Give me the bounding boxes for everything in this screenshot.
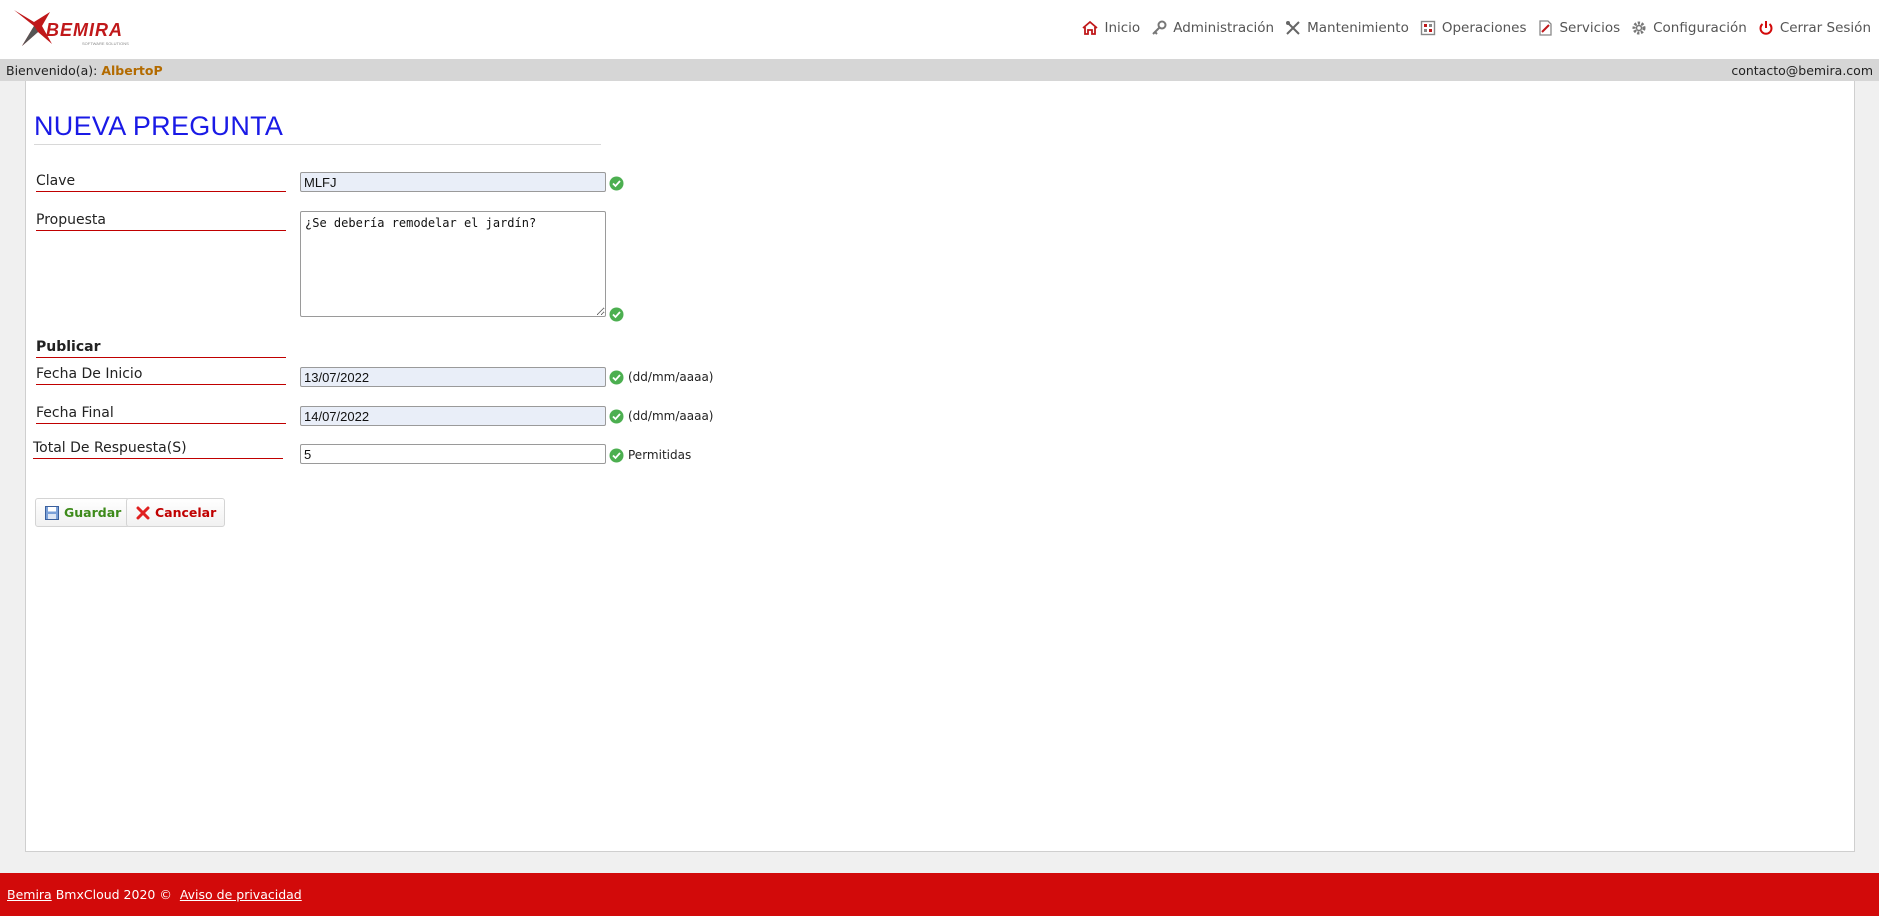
document-edit-icon — [1539, 20, 1553, 36]
main-nav: Inicio Administración Mantenimiento Oper… — [1081, 17, 1871, 39]
fecha-inicio-label: Fecha De Inicio — [36, 366, 286, 385]
check-ok-icon — [609, 370, 624, 385]
nav-servicios[interactable]: Servicios — [1536, 19, 1620, 37]
total-respuestas-input[interactable] — [300, 444, 606, 464]
nav-mantenimiento-label: Mantenimiento — [1307, 20, 1409, 36]
nav-mantenimiento[interactable]: Mantenimiento — [1284, 19, 1409, 37]
clave-input[interactable] — [300, 172, 606, 192]
footer: Bemira BmxCloud 2020 © Aviso de privacid… — [0, 873, 1879, 916]
nav-inicio[interactable]: Inicio — [1081, 19, 1140, 37]
nav-cerrar-sesion-label: Cerrar Sesión — [1779, 20, 1871, 36]
close-x-icon — [136, 506, 150, 519]
nav-administracion[interactable]: Administración — [1150, 19, 1274, 37]
tools-icon — [1286, 21, 1300, 35]
footer-brand-link[interactable]: Bemira — [7, 887, 52, 902]
bemira-logo[interactable]: BEMIRA SOFTWARE SOLUTIONS — [12, 8, 142, 50]
page-title: NUEVA PREGUNTA — [34, 111, 601, 145]
total-respuestas-label: Total De Respuesta(S) — [33, 440, 283, 459]
nav-configuracion[interactable]: Configuración — [1630, 19, 1747, 37]
check-ok-icon — [609, 307, 624, 322]
floppy-disk-icon — [45, 505, 59, 520]
clave-label: Clave — [36, 173, 286, 192]
nav-inicio-label: Inicio — [1104, 20, 1141, 36]
fecha-final-input[interactable] — [300, 406, 606, 426]
cancel-button[interactable]: Cancelar — [126, 498, 226, 527]
save-button-label: Guardar — [64, 505, 122, 520]
propuesta-textarea[interactable]: ¿Se debería remodelar el jardín? — [300, 211, 606, 317]
privacy-notice-link[interactable]: Aviso de privacidad — [180, 887, 302, 902]
welcome-greeting: Bienvenido(a): AlbertoP — [6, 63, 163, 78]
footer-copyright: BmxCloud 2020 © — [55, 887, 172, 902]
nav-operaciones-label: Operaciones — [1441, 20, 1527, 36]
check-ok-icon — [609, 448, 624, 463]
power-icon — [1759, 21, 1773, 35]
contact-email: contacto@bemira.com — [1731, 62, 1873, 78]
fecha-inicio-input[interactable] — [300, 367, 606, 387]
content-panel: NUEVA PREGUNTA Clave Propuesta ¿Se deber… — [25, 81, 1855, 852]
welcome-username: AlbertoP — [101, 62, 163, 78]
save-button[interactable]: Guardar — [35, 498, 131, 527]
fecha-final-label: Fecha Final — [36, 405, 286, 424]
svg-text:SOFTWARE SOLUTIONS: SOFTWARE SOLUTIONS — [82, 41, 129, 46]
svg-text:BEMIRA: BEMIRA — [46, 20, 123, 40]
check-ok-icon — [609, 409, 624, 424]
fecha-final-format-hint: (dd/mm/aaaa) — [628, 409, 714, 423]
check-ok-icon — [609, 176, 624, 191]
propuesta-label: Propuesta — [36, 212, 286, 231]
fecha-inicio-format-hint: (dd/mm/aaaa) — [628, 370, 714, 384]
nav-administracion-label: Administración — [1173, 20, 1275, 36]
nav-servicios-label: Servicios — [1559, 20, 1621, 36]
home-icon — [1082, 20, 1099, 35]
publicar-section-label: Publicar — [36, 339, 286, 358]
nav-operaciones[interactable]: Operaciones — [1419, 19, 1527, 37]
gear-icon — [1632, 21, 1646, 35]
calculator-icon — [1420, 20, 1436, 36]
welcome-prefix: Bienvenido(a): — [6, 62, 98, 78]
total-respuestas-hint: Permitidas — [628, 448, 692, 462]
welcome-bar: Bienvenido(a): AlbertoP contacto@bemira.… — [0, 59, 1879, 81]
nav-cerrar-sesion[interactable]: Cerrar Sesión — [1757, 19, 1871, 37]
cancel-button-label: Cancelar — [155, 505, 217, 520]
key-icon — [1152, 20, 1167, 35]
top-header: BEMIRA SOFTWARE SOLUTIONS Inicio Adminis… — [0, 0, 1879, 59]
nav-configuracion-label: Configuración — [1653, 20, 1747, 36]
